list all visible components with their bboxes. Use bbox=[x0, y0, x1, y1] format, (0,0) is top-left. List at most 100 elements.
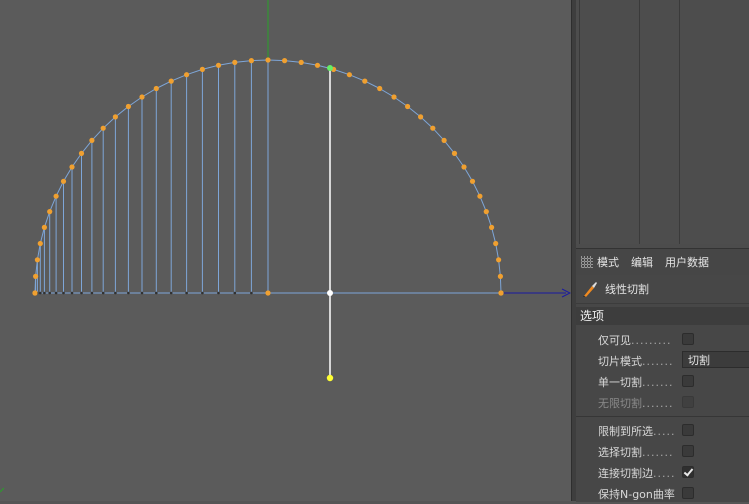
option-label: 连接切割边 bbox=[598, 467, 653, 480]
option-dots: ..... bbox=[653, 425, 676, 438]
options-divider bbox=[576, 416, 749, 417]
attribute-manager: 模式 编辑 用户数据 线性切割 选项 仅可见......... 切片模式....… bbox=[576, 248, 749, 502]
cut-intersection-point bbox=[327, 290, 333, 296]
option-restrict-to-selection: 限制到所选..... bbox=[576, 420, 749, 441]
arc-point bbox=[418, 114, 424, 120]
arc-point bbox=[33, 273, 39, 279]
base-vertex bbox=[62, 291, 65, 295]
arc-point bbox=[441, 137, 447, 143]
option-label: 切片模式 bbox=[598, 355, 642, 368]
arc-point bbox=[405, 103, 411, 110]
base-vertex bbox=[80, 291, 83, 295]
restrict-to-selection-checkbox[interactable] bbox=[682, 424, 694, 436]
viewport-canvas[interactable] bbox=[0, 0, 571, 501]
option-dots: ....... bbox=[642, 376, 674, 389]
arc-point bbox=[60, 178, 67, 184]
option-label: 保持N-gon曲率 bbox=[598, 488, 675, 501]
option-label: 限制到所选 bbox=[598, 425, 653, 438]
arc-point bbox=[451, 150, 458, 156]
arc-point bbox=[215, 62, 222, 68]
arc-point bbox=[430, 125, 436, 131]
tool-header: 线性切割 bbox=[576, 275, 749, 304]
visible-only-checkbox[interactable] bbox=[682, 333, 694, 345]
option-visible-only: 仅可见......... bbox=[576, 329, 749, 350]
arc-point bbox=[498, 290, 504, 296]
option-label: 选择切割 bbox=[598, 446, 642, 459]
arc-point bbox=[461, 164, 467, 170]
keep-ngon-curvature-checkbox[interactable] bbox=[682, 487, 694, 499]
arc-point bbox=[34, 257, 41, 263]
arc-point bbox=[41, 224, 48, 230]
base-vertex bbox=[43, 291, 46, 295]
single-cut-checkbox[interactable] bbox=[682, 375, 694, 387]
base-vertex bbox=[90, 291, 94, 295]
arc-point bbox=[199, 66, 205, 72]
object-manager[interactable] bbox=[576, 0, 749, 244]
arc-point bbox=[53, 193, 59, 199]
arc-point bbox=[265, 57, 271, 63]
arc-point bbox=[47, 209, 53, 215]
option-infinite-cut: 无限切割....... bbox=[576, 392, 749, 413]
menu-user-data[interactable]: 用户数据 bbox=[665, 254, 709, 270]
base-vertex bbox=[70, 291, 74, 295]
base-vertex bbox=[101, 291, 105, 295]
column-divider bbox=[639, 0, 640, 244]
option-label: 无限切割 bbox=[598, 397, 642, 410]
arc-point bbox=[37, 240, 43, 247]
arc-point bbox=[377, 85, 383, 92]
attribute-menubar: 模式 编辑 用户数据 bbox=[576, 249, 749, 275]
base-vertex bbox=[169, 291, 173, 295]
arc-point bbox=[314, 62, 321, 68]
arc-point bbox=[69, 164, 75, 170]
arc-point bbox=[489, 224, 495, 230]
arc-point bbox=[477, 193, 483, 199]
option-slice-mode: 切片模式....... 切割 bbox=[576, 350, 749, 371]
arc-point bbox=[100, 125, 106, 131]
arc-point bbox=[32, 290, 38, 296]
knife-tool-icon bbox=[583, 282, 597, 297]
tool-name: 线性切割 bbox=[605, 283, 649, 296]
arc-point bbox=[282, 58, 288, 64]
arc-point bbox=[168, 78, 174, 84]
grip-icon[interactable] bbox=[581, 256, 593, 268]
arc-point bbox=[89, 137, 95, 143]
arc-point bbox=[493, 240, 499, 247]
arc-point bbox=[125, 103, 131, 110]
base-vertex bbox=[233, 291, 237, 295]
arc-point bbox=[483, 209, 489, 215]
select-cuts-checkbox[interactable] bbox=[682, 445, 694, 457]
base-vertex bbox=[127, 291, 130, 295]
base-vertex bbox=[201, 291, 204, 295]
section-title-options[interactable]: 选项 bbox=[576, 307, 749, 325]
arc-point bbox=[248, 58, 254, 64]
arc-point bbox=[391, 94, 397, 100]
option-dots: ....... bbox=[642, 355, 674, 368]
menu-mode[interactable]: 模式 bbox=[597, 254, 619, 270]
base-vertex bbox=[39, 291, 42, 295]
column-divider bbox=[679, 0, 680, 244]
base-vertex bbox=[48, 291, 51, 295]
3d-viewport[interactable] bbox=[0, 0, 571, 501]
option-dots: ....... bbox=[642, 397, 674, 410]
menu-edit[interactable]: 编辑 bbox=[631, 254, 653, 270]
base-vertex bbox=[250, 291, 253, 295]
slice-mode-dropdown[interactable]: 切割 bbox=[682, 351, 749, 368]
connect-cut-edges-checkbox[interactable] bbox=[682, 466, 694, 478]
arc-point bbox=[346, 72, 352, 78]
infinite-cut-checkbox[interactable] bbox=[682, 396, 694, 408]
option-connect-cut-edges: 连接切割边..... bbox=[576, 462, 749, 483]
arc-point bbox=[469, 178, 476, 184]
option-single-cut: 单一切割....... bbox=[576, 371, 749, 392]
base-vertex bbox=[140, 291, 144, 295]
option-label: 仅可见 bbox=[598, 334, 631, 347]
base-vertex bbox=[217, 291, 220, 295]
arc-point bbox=[496, 257, 502, 263]
arc-point bbox=[362, 78, 368, 84]
arc-point bbox=[232, 59, 238, 65]
option-dots: ......... bbox=[631, 334, 672, 347]
arc-point bbox=[497, 273, 503, 279]
base-vertex bbox=[155, 291, 158, 295]
base-vertex bbox=[114, 291, 117, 295]
right-panel: 模式 编辑 用户数据 线性切割 选项 仅可见......... 切片模式....… bbox=[576, 0, 749, 502]
option-label: 单一切割 bbox=[598, 376, 642, 389]
